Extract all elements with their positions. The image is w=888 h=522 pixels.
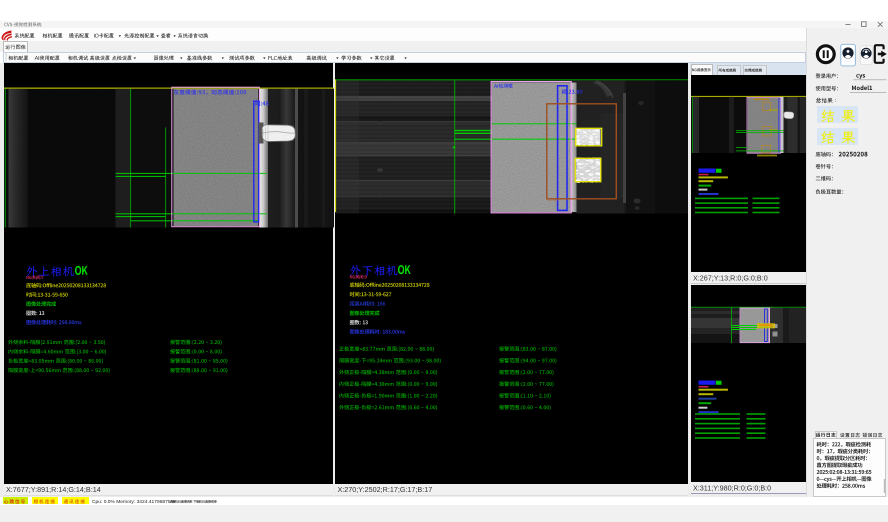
svg-text:FL 70.2: FL 70.2: [548, 198, 558, 202]
